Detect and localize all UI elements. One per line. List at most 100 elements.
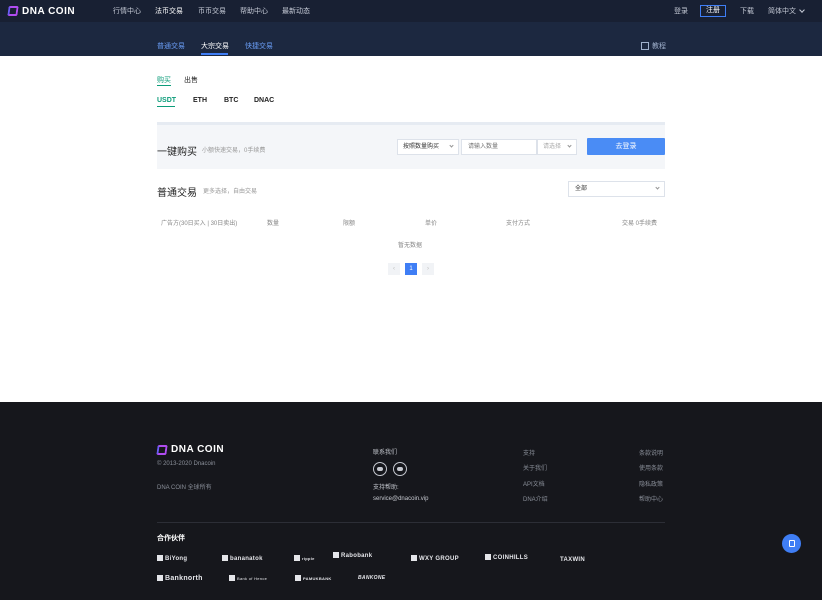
quantity-input[interactable] (461, 139, 537, 155)
buy-mode-value: 按照数量购买 (403, 144, 440, 150)
col-payment: 支付方式 (506, 221, 531, 227)
buy-tab[interactable]: 购买 (157, 75, 171, 85)
col-price: 单价 (425, 221, 438, 227)
sub-navbar: 普通交易 大宗交易 快捷交易 教程 (0, 22, 822, 56)
footer-link-dna-intro[interactable]: DNA介绍 (523, 494, 548, 503)
nav-help-center[interactable]: 帮助中心 (240, 6, 268, 16)
chevron-down-icon (449, 143, 454, 148)
go-login-button[interactable]: 去登录 (587, 138, 665, 155)
coin-tab-indicator (157, 106, 175, 107)
pamukbank-icon (295, 575, 301, 581)
nav-market-center[interactable]: 行情中心 (113, 6, 141, 16)
coin-tab-dnac[interactable]: DNAC (254, 97, 274, 104)
pagination-prev[interactable]: ‹ (388, 263, 400, 275)
col-trade: 交易 0手续费 (622, 221, 658, 227)
normal-trade-subtitle: 更多选择，自由交易 (203, 189, 258, 195)
col-limit: 限额 (343, 221, 356, 227)
footer-link-privacy[interactable]: 隐私政策 (639, 479, 663, 488)
footer-divider (157, 522, 665, 523)
nav-fiat-trade[interactable]: 法币交易 (155, 6, 183, 16)
partner-pamukbank-logo: PAMUKBANK (295, 575, 332, 581)
nav-coin-trade[interactable]: 币币交易 (198, 6, 226, 16)
partner-wxy-logo: WXY GROUP (411, 555, 459, 562)
sell-tab[interactable]: 出售 (184, 75, 198, 85)
footer-copyright: © 2013-2020 Dnacoin (157, 461, 216, 467)
chevron-down-icon (567, 143, 572, 148)
footer-link-api[interactable]: API文档 (523, 479, 545, 488)
unit-select[interactable]: 请选择 (537, 139, 577, 155)
partner-bankone-logo: BANKONE (358, 575, 385, 581)
support-label: 支持帮助: (373, 485, 399, 491)
footer-logo: DNA COIN (156, 444, 225, 455)
footer-link-support[interactable]: 支持 (523, 448, 535, 457)
partner-name: COINHILLS (493, 555, 529, 561)
wechat-icon[interactable] (373, 462, 387, 476)
buy-tab-indicator (157, 85, 171, 86)
payment-filter-select[interactable]: 全部 (568, 181, 665, 197)
partner-bananatok-logo: bananatok (222, 555, 263, 562)
coinhills-icon (485, 554, 491, 560)
quick-buy-title: 一键购买 (157, 147, 197, 158)
partner-name: BiYong (165, 556, 188, 562)
logo[interactable]: DNA COIN (7, 5, 75, 17)
tab-block-trade[interactable]: 大宗交易 (201, 41, 229, 51)
partner-name: Rabobank (341, 553, 373, 559)
partner-name: WXY GROUP (419, 556, 459, 562)
partner-ripple-logo: ripple (294, 555, 315, 561)
footer-link-terms[interactable]: 条款说明 (639, 448, 663, 457)
nav-news[interactable]: 最新动态 (282, 6, 310, 16)
language-select[interactable]: 简体中文 (768, 6, 805, 16)
col-quantity: 数量 (267, 221, 280, 227)
tutorial-label: 教程 (652, 43, 666, 50)
biyong-icon (157, 555, 163, 561)
qq-icon[interactable] (393, 462, 407, 476)
active-tab-indicator (201, 53, 228, 55)
tab-normal-trade[interactable]: 普通交易 (157, 41, 185, 51)
chevron-down-icon (799, 7, 805, 13)
bananatok-icon (222, 555, 228, 561)
footer-link-about[interactable]: 关于我们 (523, 463, 547, 472)
partner-biyong-logo: BiYong (157, 555, 187, 562)
partners-title: 合作伙伴 (157, 535, 185, 542)
partner-bank-of-hence-logo: Bank of Hence (229, 575, 267, 581)
chat-support-button[interactable] (782, 534, 801, 553)
coin-tab-usdt[interactable]: USDT (157, 97, 176, 104)
tab-quick-trade[interactable]: 快捷交易 (245, 41, 273, 51)
partner-banknorth-logo: Banknorth (157, 575, 203, 582)
footer-link-help[interactable]: 帮助中心 (639, 494, 663, 503)
support-email[interactable]: service@dnacoin.vip (373, 496, 428, 502)
top-navbar: DNA COIN 行情中心 法币交易 币币交易 帮助中心 最新动态 登录 注册 … (0, 0, 822, 22)
download-link[interactable]: 下载 (740, 6, 754, 16)
coin-tab-btc[interactable]: BTC (224, 97, 238, 104)
ripple-icon (294, 555, 300, 561)
filter-value: 全部 (575, 186, 588, 192)
partner-name: BANKONE (358, 575, 386, 581)
partner-coinhills-logo: COINHILLS (485, 554, 528, 561)
coin-tab-eth[interactable]: ETH (193, 97, 207, 104)
tutorial-link[interactable]: 教程 (641, 41, 666, 51)
logo-icon (7, 6, 19, 16)
footer-logo-text: DNA COIN (171, 444, 225, 455)
footer-link-usage[interactable]: 使用条款 (639, 463, 663, 472)
wxy-icon (411, 555, 417, 561)
register-button[interactable]: 注册 (700, 5, 726, 17)
partner-name: Bank of Hence (237, 576, 268, 581)
bank-of-hence-icon (229, 575, 235, 581)
pagination-next[interactable]: › (422, 263, 434, 275)
banknorth-icon (157, 575, 163, 581)
partner-name: TAXWIN (560, 557, 586, 563)
partner-name: Banknorth (165, 575, 203, 582)
partner-name: PAMUKBANK (303, 576, 332, 581)
normal-trade-title: 普通交易 (157, 188, 197, 199)
book-icon (641, 42, 649, 50)
pagination-page[interactable]: 1 (405, 263, 417, 275)
contact-label: 联系我们 (373, 450, 398, 456)
partner-taxwin-logo: TAXWIN (560, 557, 585, 563)
login-link[interactable]: 登录 (674, 6, 688, 16)
buy-mode-select[interactable]: 按照数量购买 (397, 139, 459, 155)
language-label: 简体中文 (768, 8, 796, 15)
unit-select-value: 请选择 (543, 144, 562, 150)
rabobank-icon (333, 552, 339, 558)
partner-name: bananatok (230, 556, 263, 562)
logo-icon (156, 444, 168, 455)
